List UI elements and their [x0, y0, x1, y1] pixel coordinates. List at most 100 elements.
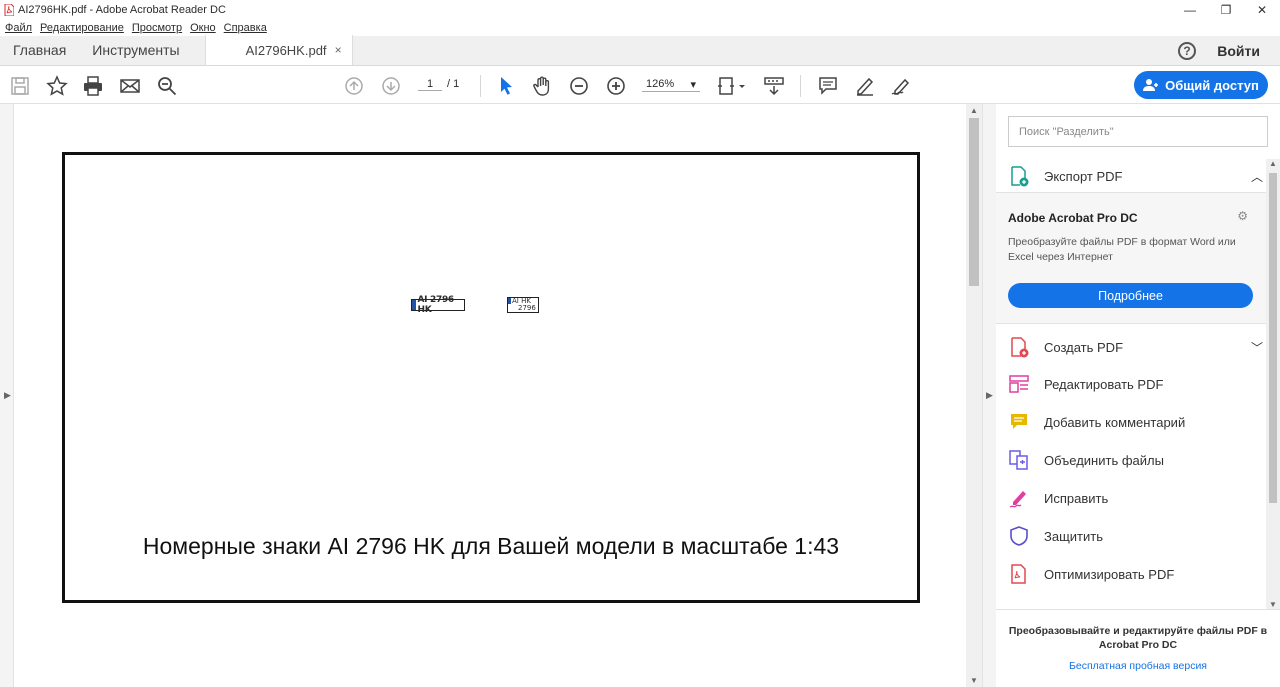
tool-protect-label: Защитить [1044, 528, 1103, 544]
tool-export-pdf[interactable]: Экспорт PDF ︿ [1008, 158, 1263, 194]
print-icon[interactable] [81, 74, 105, 98]
document-viewer[interactable]: AI 2796 HK AI HK 2796 Номерные знаки AI … [14, 104, 966, 687]
chevron-down-icon[interactable]: ﹀ [1251, 339, 1263, 356]
tab-home[interactable]: Главная [0, 35, 79, 65]
tool-comment-label: Добавить комментарий [1044, 414, 1186, 430]
tools-pane: Поиск "Разделить" Экспорт PDF ︿ Adobe Ac… [996, 104, 1280, 687]
title-bar: AI2796HK.pdf - Adobe Acrobat Reader DC —… [0, 0, 1280, 20]
bookmark-star-icon[interactable] [45, 74, 69, 98]
main-toolbar: 1 / 1 126% ▾ Общий доступ [0, 67, 1280, 104]
left-panel-toggle[interactable]: ▶ [0, 104, 14, 687]
toolbar-divider [480, 75, 481, 97]
pdf-page: AI 2796 HK AI HK 2796 Номерные знаки AI … [62, 152, 920, 603]
tool-combine-files[interactable]: Объединить файлы [1008, 442, 1263, 478]
zoom-value: 126% [646, 78, 675, 90]
shield-icon [1008, 525, 1030, 547]
tool-protect[interactable]: Защитить [1008, 518, 1263, 554]
tools-pane-scrollbar[interactable]: ▲ ▼ [1266, 159, 1280, 609]
chevron-up-icon[interactable]: ︿ [1251, 168, 1263, 185]
close-window-button[interactable]: ✕ [1244, 0, 1280, 20]
window-title: AI2796HK.pdf - Adobe Acrobat Reader DC [18, 4, 226, 16]
right-panel-toggle[interactable]: ▶ [982, 104, 996, 687]
scroll-up-icon[interactable]: ▲ [1269, 159, 1277, 168]
export-pdf-icon [1008, 165, 1030, 187]
scroll-down-icon[interactable]: ▼ [1269, 600, 1277, 609]
search-zoom-icon[interactable] [155, 74, 179, 98]
zoom-in-icon[interactable] [604, 74, 628, 98]
next-page-icon[interactable] [379, 74, 403, 98]
tool-add-comment[interactable]: Добавить комментарий [1008, 404, 1263, 440]
comment-icon[interactable] [816, 74, 840, 98]
scroll-up-icon[interactable]: ▲ [970, 106, 978, 115]
scrollbar-thumb[interactable] [1269, 173, 1277, 503]
comment-icon [1008, 411, 1030, 433]
hand-icon[interactable] [530, 74, 554, 98]
scroll-mode-icon[interactable] [762, 74, 786, 98]
zoom-select[interactable]: 126% ▾ [642, 78, 700, 92]
sign-icon[interactable] [889, 74, 913, 98]
fill-sign-icon [1008, 487, 1030, 509]
promo-title: Adobe Acrobat Pro DC [1008, 211, 1138, 225]
share-label: Общий доступ [1165, 77, 1259, 93]
acrobat-pro-promo: Adobe Acrobat Pro DC ⚙ Преобразуйте файл… [996, 192, 1266, 324]
license-plate-square: AI HK 2796 [507, 297, 539, 313]
select-cursor-icon[interactable] [494, 74, 518, 98]
scrollbar-thumb[interactable] [969, 118, 979, 286]
page-number-input[interactable]: 1 [418, 78, 442, 91]
tab-document[interactable]: AI2796HK.pdf × [204, 35, 353, 65]
menu-edit[interactable]: Редактирование [40, 22, 124, 34]
tool-create-label: Создать PDF [1044, 339, 1124, 355]
minimize-button[interactable]: — [1172, 0, 1208, 20]
menu-window[interactable]: Окно [190, 22, 216, 34]
expand-left-icon: ▶ [4, 390, 11, 400]
tool-edit-label: Редактировать PDF [1044, 376, 1164, 392]
zoom-out-icon[interactable] [567, 74, 591, 98]
plate-flag [508, 298, 511, 304]
tool-edit-pdf[interactable]: Редактировать PDF [1008, 366, 1263, 402]
highlight-pen-icon[interactable] [853, 74, 877, 98]
fit-page-icon[interactable] [716, 74, 748, 98]
email-icon[interactable] [118, 74, 142, 98]
save-icon[interactable] [8, 74, 32, 98]
plate-flag [412, 300, 416, 310]
menu-bar: Файл Редактирование Просмотр Окно Справк… [0, 20, 1280, 36]
tab-tools[interactable]: Инструменты [79, 35, 192, 65]
scroll-down-icon[interactable]: ▼ [970, 676, 978, 685]
login-button[interactable]: Войти [1217, 43, 1260, 59]
help-icon[interactable]: ? [1178, 42, 1196, 60]
license-plate-long: AI 2796 HK [411, 295, 465, 315]
free-trial-link[interactable]: Бесплатная пробная версия [996, 660, 1280, 672]
tab-bar: Главная Инструменты AI2796HK.pdf × [0, 35, 1280, 66]
promo-settings-icon[interactable]: ⚙ [1237, 209, 1248, 223]
tool-optimize-label: Оптимизировать PDF [1044, 566, 1175, 582]
combine-files-icon [1008, 449, 1030, 471]
tool-optimize-pdf[interactable]: Оптимизировать PDF [1008, 556, 1263, 592]
tool-export-label: Экспорт PDF [1044, 168, 1123, 184]
tool-combine-label: Объединить файлы [1044, 452, 1164, 468]
close-tab-icon[interactable]: × [335, 43, 342, 57]
bottom-promo-text: Преобразовывайте и редактируйте файлы PD… [1008, 625, 1268, 651]
promo-text: Преобразуйте файлы PDF в формат Word или… [1008, 236, 1236, 263]
edit-pdf-icon [1008, 373, 1030, 395]
window-controls: — ❐ ✕ [1172, 0, 1280, 20]
tools-search-input[interactable]: Поиск "Разделить" [1008, 116, 1268, 147]
collapse-right-icon: ▶ [986, 390, 993, 400]
page-caption: Номерные знаки AI 2796 HK для Вашей моде… [142, 533, 840, 559]
menu-help[interactable]: Справка [224, 22, 267, 34]
plate-long-text: AI 2796 HK [417, 295, 455, 315]
restore-button[interactable]: ❐ [1208, 0, 1244, 20]
toolbar-divider [800, 75, 801, 97]
learn-more-button[interactable]: Подробнее [1008, 283, 1253, 308]
document-scrollbar[interactable]: ▲ ▼ [966, 104, 982, 687]
page-total: / 1 [447, 78, 460, 90]
add-user-icon [1143, 79, 1159, 91]
prev-page-icon[interactable] [342, 74, 366, 98]
share-button[interactable]: Общий доступ [1134, 71, 1268, 99]
menu-view[interactable]: Просмотр [132, 22, 182, 34]
tool-create-pdf[interactable]: Создать PDF ﹀ [1008, 329, 1263, 365]
tool-fill-label: Исправить [1044, 490, 1109, 506]
tool-fill-sign[interactable]: Исправить [1008, 480, 1263, 516]
create-pdf-icon [1008, 336, 1030, 358]
menu-file[interactable]: Файл [5, 22, 32, 34]
optimize-pdf-icon [1008, 563, 1030, 585]
